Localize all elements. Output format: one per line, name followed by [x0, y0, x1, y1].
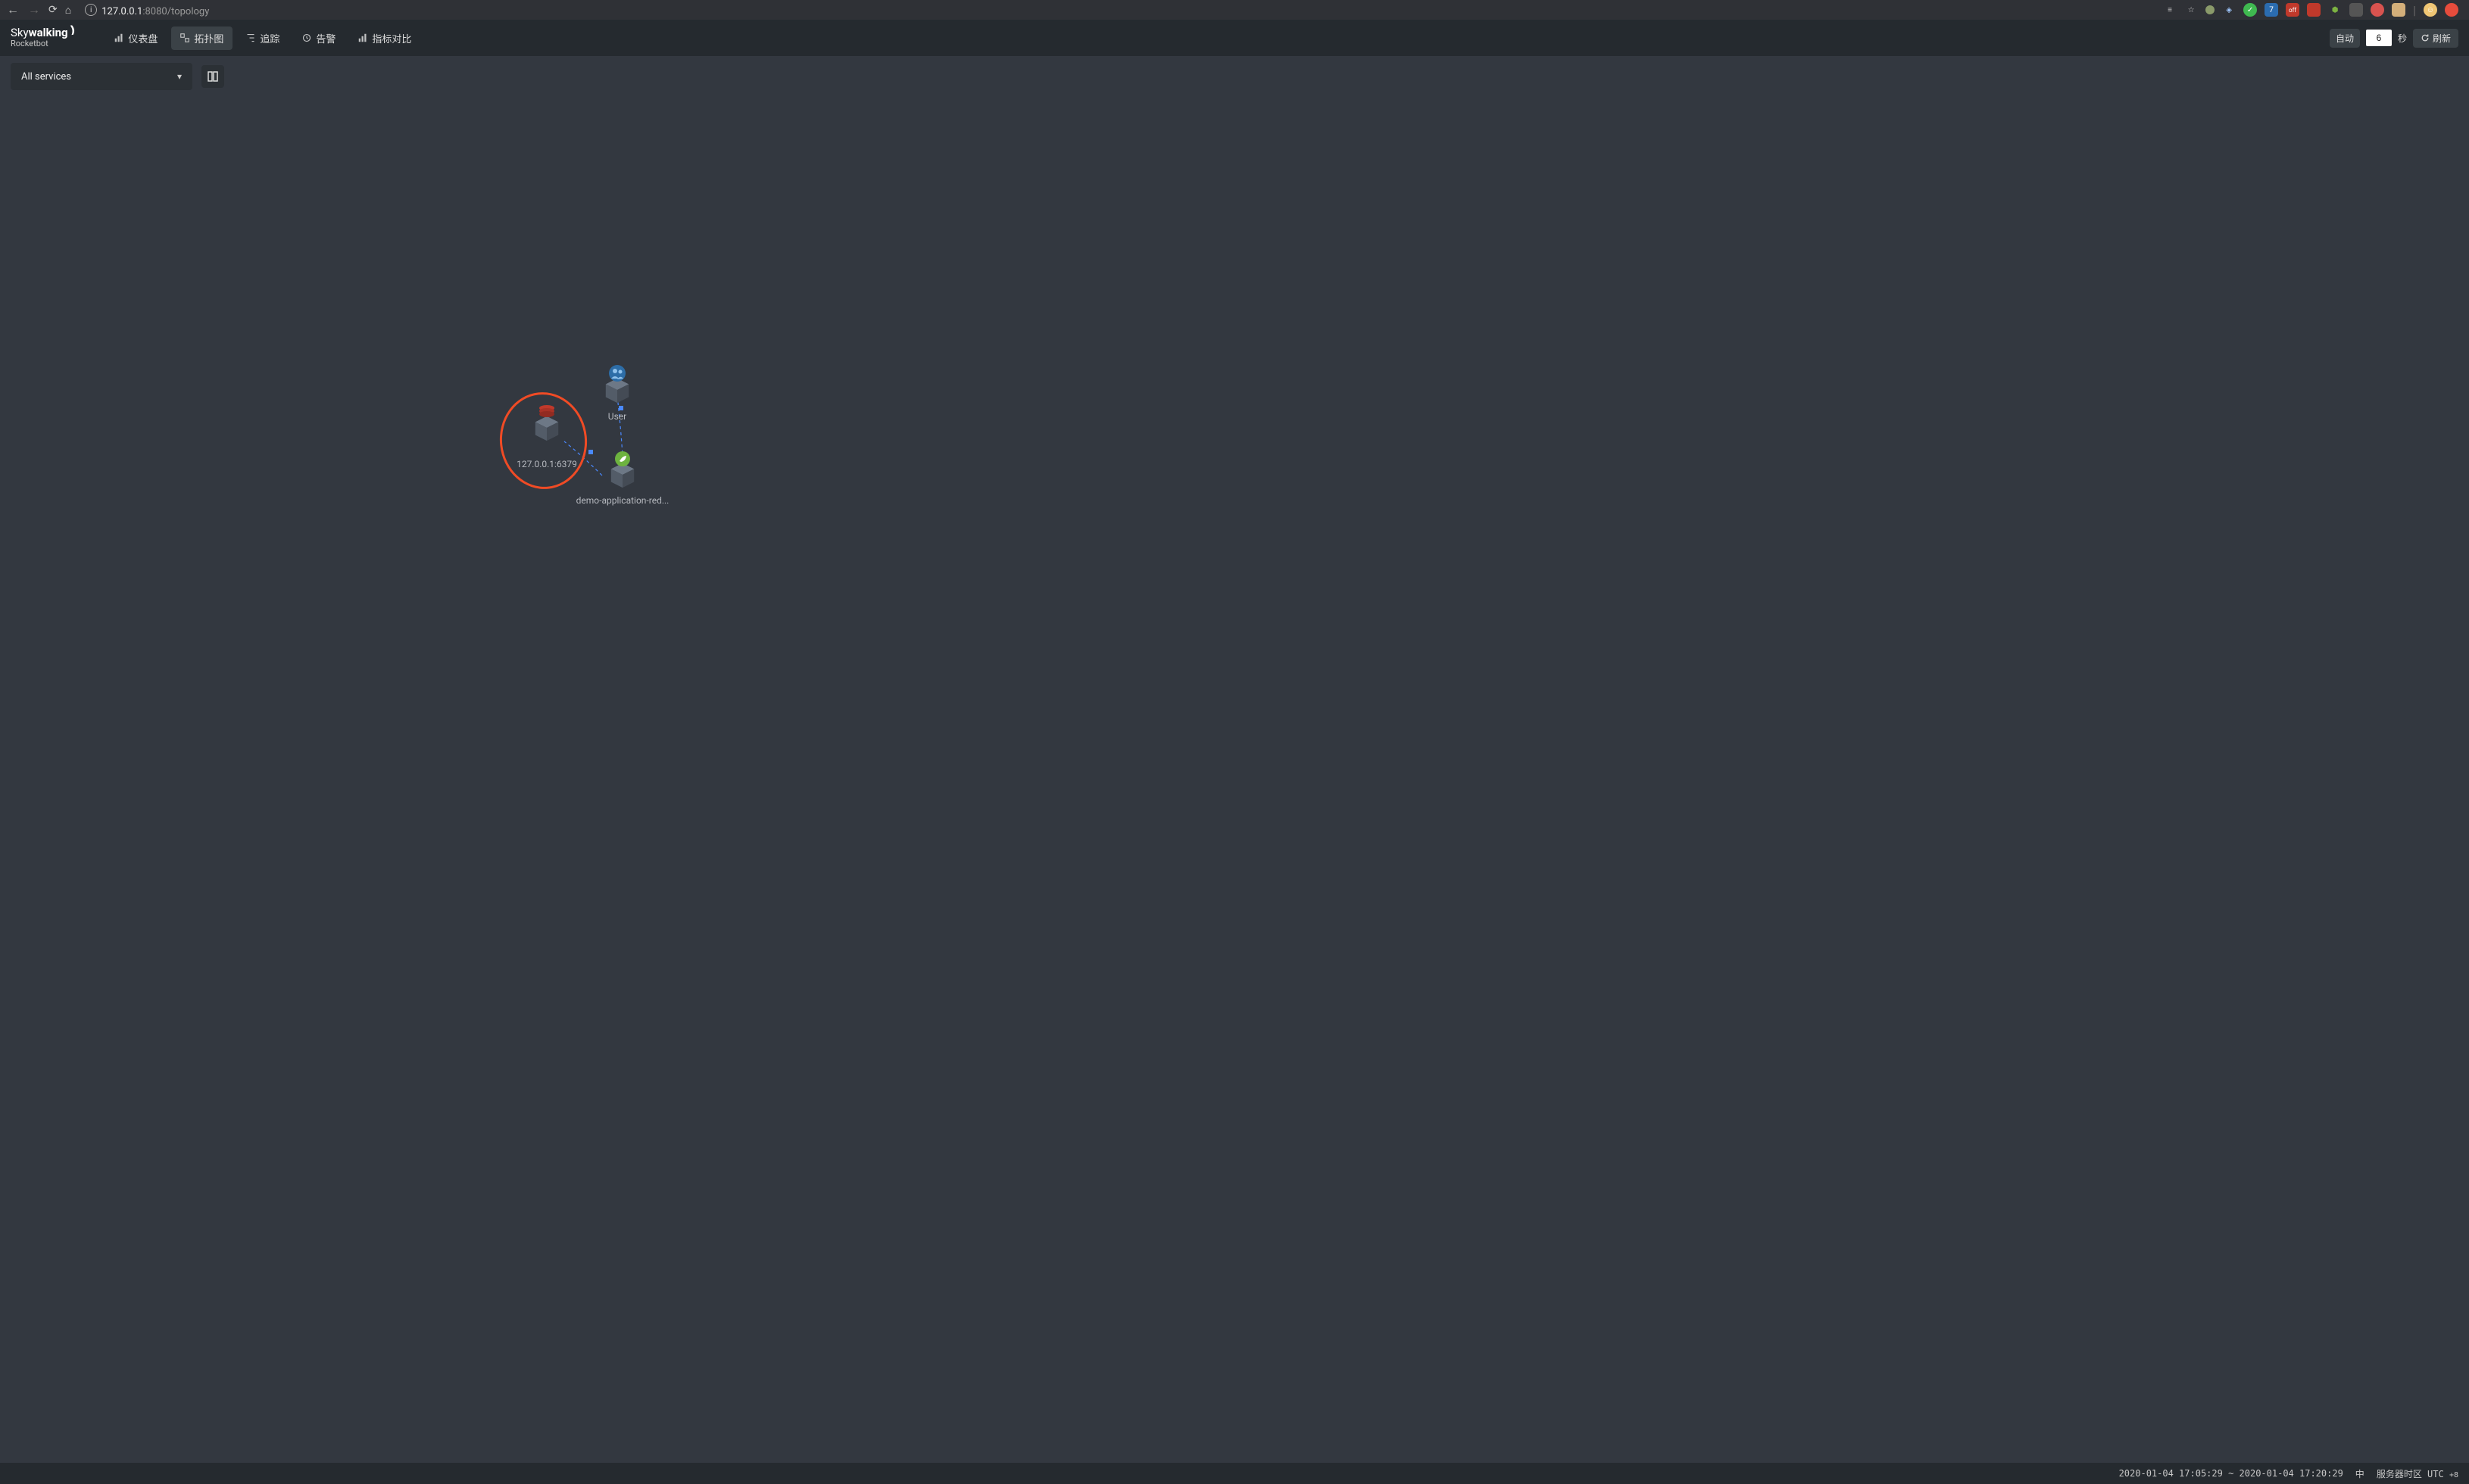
evernote-icon[interactable]: [2349, 3, 2363, 17]
extension-badge-7-icon[interactable]: 7: [2265, 3, 2278, 17]
skywalking-logo[interactable]: Skywalking❫ Rocketbot: [11, 27, 76, 48]
spring-icon: [615, 451, 630, 466]
extension-icons: ≡ ☆ ◈ ✓ 7 off ⬢ | ☺: [2163, 3, 2463, 17]
timezone-text: 服务器时区 UTC: [2377, 1469, 2444, 1479]
auto-toggle[interactable]: 自动: [2330, 29, 2360, 48]
extension-circle-red-icon[interactable]: [2371, 3, 2384, 17]
calendar-icon[interactable]: [2392, 3, 2405, 17]
profile-avatar-icon[interactable]: ☺: [2424, 3, 2437, 17]
nav-dashboard-label: 仪表盘: [128, 31, 158, 45]
main-nav: 仪表盘 拓扑图 追踪 告警 指标对比: [105, 26, 420, 50]
nav-alarm-label: 告警: [316, 31, 336, 45]
topology-svg: [0, 97, 2469, 1463]
home-button[interactable]: ⌂: [65, 4, 71, 17]
footer: 2020-01-04 17:05:29 ~ 2020-01-04 17:20:2…: [0, 1463, 2469, 1484]
topology-icon: [180, 33, 189, 42]
nav-dashboard[interactable]: 仪表盘: [105, 26, 167, 50]
refresh-label: 刷新: [2433, 32, 2451, 45]
nav-trace[interactable]: 追踪: [237, 26, 289, 50]
app-header: Skywalking❫ Rocketbot 仪表盘 拓扑图 追踪 告警 指标对比…: [0, 20, 2469, 56]
extension-green-icon[interactable]: ⬢: [2328, 3, 2342, 17]
back-button[interactable]: ←: [6, 2, 20, 17]
time-range[interactable]: 2020-01-04 17:05:29 ~ 2020-01-04 17:20:2…: [2119, 1468, 2343, 1479]
toolbar: All services ▾: [0, 56, 2469, 97]
extension-red-icon[interactable]: [2307, 3, 2321, 17]
adblock-off-icon[interactable]: off: [2286, 3, 2299, 17]
seconds-label: 秒: [2398, 32, 2407, 45]
service-select-value: All services: [21, 71, 71, 83]
timezone-label[interactable]: 服务器时区 UTC +8: [2377, 1467, 2458, 1480]
address-bar[interactable]: i 127.0.0.1:8080/topology: [85, 3, 2155, 17]
url-host: 127.0.0.1: [101, 6, 142, 17]
users-icon: [609, 365, 626, 382]
url-rest: :8080/topology: [142, 6, 209, 17]
logo-prefix: Sky: [11, 26, 29, 39]
record-icon[interactable]: [2445, 3, 2458, 17]
nav-trace-label: 追踪: [260, 31, 279, 45]
chevron-down-icon: ▾: [177, 71, 182, 82]
node-app-label: demo-application-red...: [570, 495, 676, 506]
forward-button[interactable]: →: [27, 2, 41, 17]
browser-chrome: ← → ⟳ ⌂ i 127.0.0.1:8080/topology ≡ ☆ ◈ …: [0, 0, 2469, 20]
nav-alarm[interactable]: 告警: [293, 26, 345, 50]
nav-topology[interactable]: 拓扑图: [171, 26, 233, 50]
header-right: 自动 秒 刷新: [2330, 29, 2458, 48]
nav-compare-label: 指标对比: [372, 31, 411, 45]
compare-icon: [358, 33, 367, 42]
logo-bold: walking: [29, 26, 68, 39]
language-toggle[interactable]: 中: [2355, 1467, 2364, 1480]
reload-button[interactable]: ⟳: [48, 4, 58, 16]
refresh-icon: [2421, 33, 2430, 42]
service-select[interactable]: All services ▾: [11, 63, 192, 90]
columns-icon: [207, 70, 219, 83]
status-dot-icon: [2205, 5, 2215, 14]
bookmark-star-icon[interactable]: ☆: [2184, 3, 2198, 17]
trace-icon: [246, 33, 255, 42]
reader-mode-icon[interactable]: ≡: [2163, 3, 2177, 17]
logo-subtitle: Rocketbot: [11, 39, 76, 48]
logo-swoosh-icon: ❫: [67, 25, 78, 37]
timezone-offset: +8: [2449, 1471, 2458, 1479]
separator: |: [2413, 3, 2416, 17]
node-user[interactable]: [603, 376, 632, 407]
refresh-button[interactable]: 刷新: [2413, 29, 2458, 48]
alarm-icon: [302, 33, 311, 42]
vue-devtools-icon[interactable]: ✓: [2243, 3, 2257, 17]
nav-compare[interactable]: 指标对比: [349, 26, 420, 50]
site-info-icon[interactable]: i: [85, 4, 97, 16]
topology-canvas[interactable]: 127.0.0.1:6379 User: [0, 97, 2469, 1463]
view-toggle-button[interactable]: [201, 65, 224, 88]
nav-topology-label: 拓扑图: [194, 31, 223, 45]
chart-bar-icon: [114, 33, 123, 42]
interval-input[interactable]: [2366, 30, 2392, 46]
node-app[interactable]: [608, 460, 637, 492]
devtools-icon[interactable]: ◈: [2222, 3, 2236, 17]
